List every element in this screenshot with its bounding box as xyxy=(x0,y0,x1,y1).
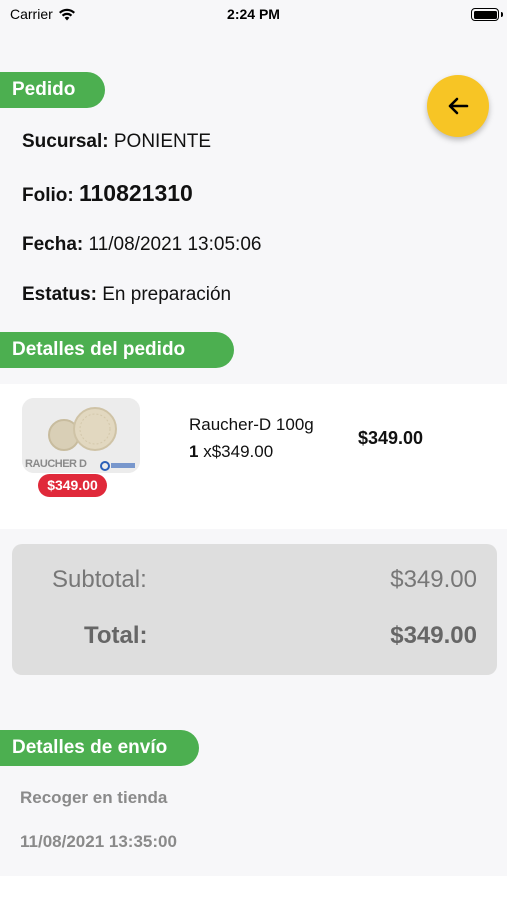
folio-value: 110821310 xyxy=(78,180,193,206)
section-title-details: Detalles del pedido xyxy=(12,339,186,360)
section-header-details: Detalles del pedido xyxy=(0,332,234,368)
date-label: Fecha: xyxy=(22,234,84,255)
bottom-area xyxy=(0,876,507,900)
shipping-datetime: 11/08/2021 13:35:00 xyxy=(20,832,177,851)
battery-icon xyxy=(471,8,499,21)
section-header-shipping: Detalles de envío xyxy=(0,730,199,766)
product-quantity-row: 1 x$349.00 xyxy=(189,442,273,462)
product-unit-price: x$349.00 xyxy=(203,442,274,461)
status-row: Estatus: En preparación xyxy=(22,284,231,306)
total-label: Total: xyxy=(84,622,148,649)
price-badge: $349.00 xyxy=(38,474,107,497)
product-image: RAUCHER D xyxy=(22,398,140,473)
folio-label: Folio: xyxy=(22,185,74,206)
product-line-total: $349.00 xyxy=(358,428,424,448)
date-row: Fecha: 11/08/2021 13:05:06 xyxy=(22,234,261,256)
branch-label: Sucursal: xyxy=(22,131,109,152)
shipping-method: Recoger en tienda xyxy=(20,788,168,807)
subtotal-value: $349.00 xyxy=(390,566,477,593)
branch-row: Sucursal: PONIENTE xyxy=(22,131,211,153)
section-title-order: Pedido xyxy=(12,79,76,100)
total-value: $349.00 xyxy=(390,622,477,649)
branch-value: PONIENTE xyxy=(113,131,211,152)
product-name: Raucher-D 100g xyxy=(189,415,314,434)
date-value: 11/08/2021 13:05:06 xyxy=(88,234,262,255)
subtotal-label: Subtotal: xyxy=(52,566,147,593)
totals-box xyxy=(12,544,497,675)
product-quantity: 1 xyxy=(189,442,199,461)
status-label: Estatus: xyxy=(22,284,97,305)
arrow-left-icon xyxy=(448,97,469,115)
section-header-order: Pedido xyxy=(0,72,105,108)
product-image-label: RAUCHER D xyxy=(25,458,87,470)
folio-row: Folio: 110821310 xyxy=(22,180,193,207)
back-button[interactable] xyxy=(427,75,489,137)
status-bar: Carrier 2:24 PM xyxy=(0,0,507,30)
status-time: 2:24 PM xyxy=(227,6,280,22)
status-value: En preparación xyxy=(102,284,232,305)
section-title-shipping: Detalles de envío xyxy=(12,737,168,758)
